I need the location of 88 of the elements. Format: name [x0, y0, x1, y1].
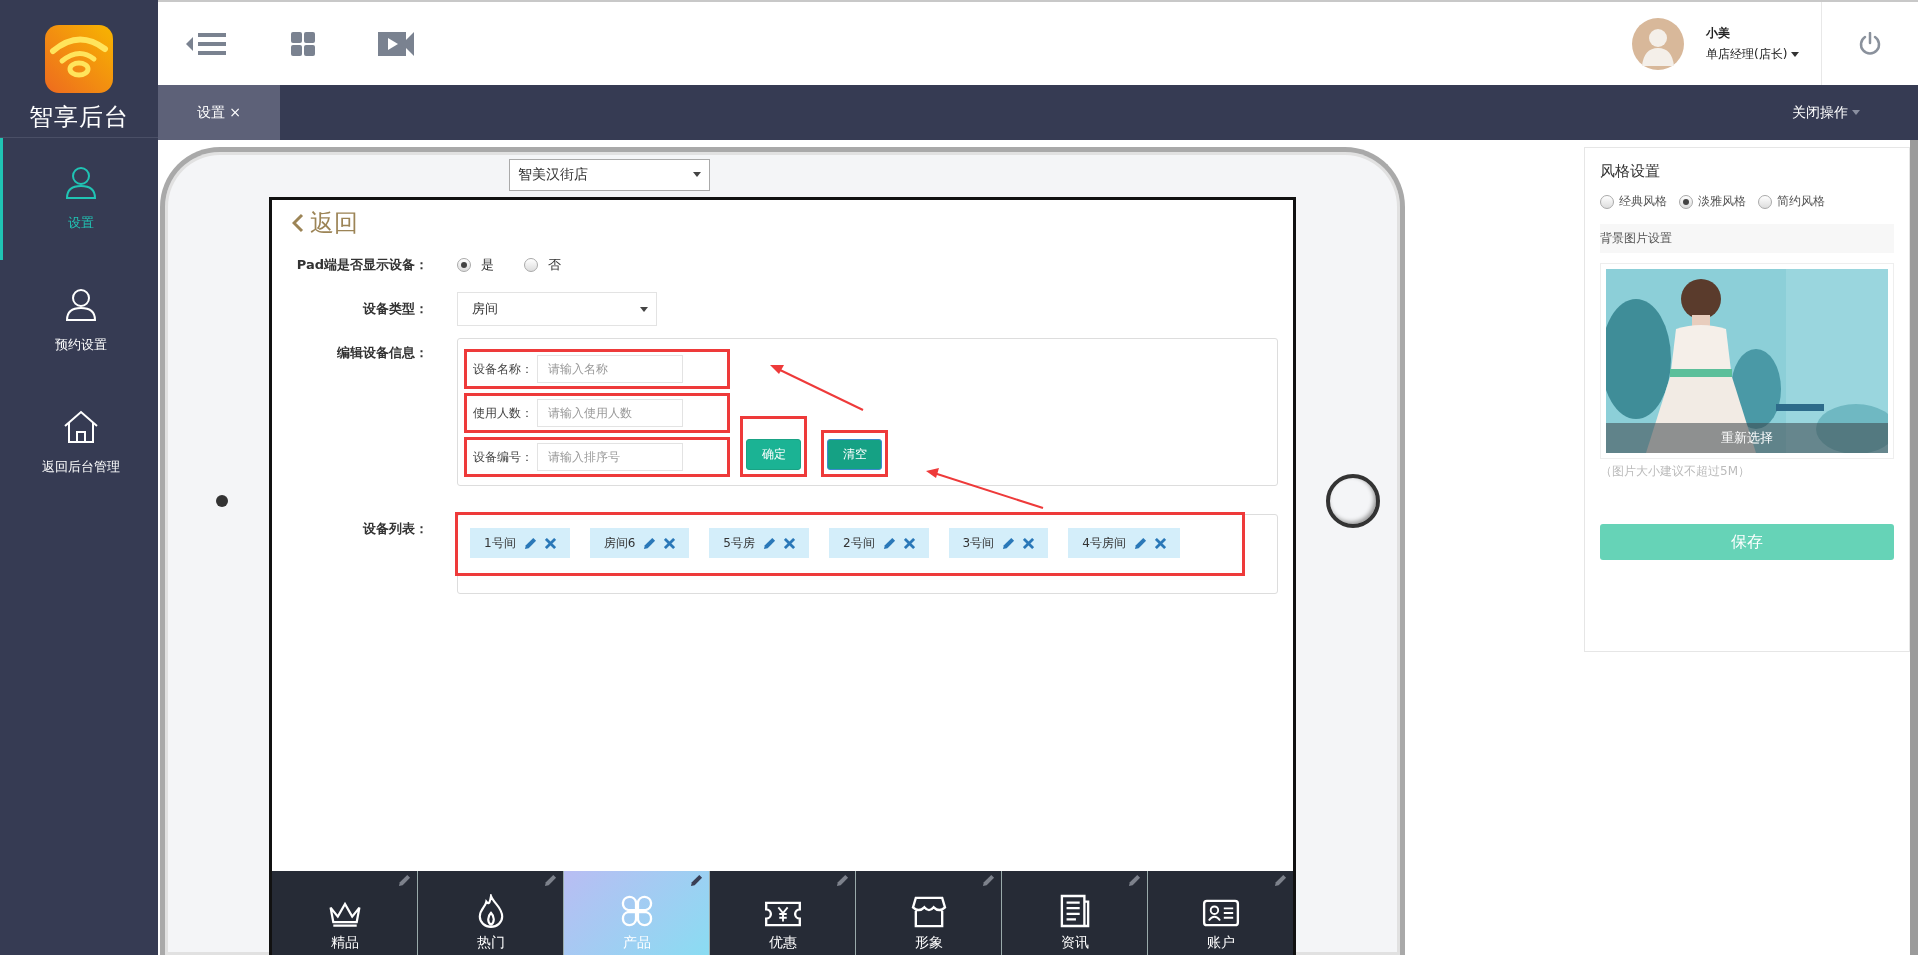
pencil-icon[interactable] [762, 536, 776, 550]
field-label: Pad端是否显示设备： [295, 256, 429, 274]
pencil-icon[interactable] [882, 536, 896, 550]
device-name: 3号间 [962, 534, 995, 552]
device-name: 1号间 [484, 534, 516, 552]
device-name: 4号房间 [1082, 534, 1126, 552]
radio-label: 否 [548, 256, 561, 274]
radio-button[interactable] [1679, 194, 1693, 209]
ticket-icon [763, 900, 802, 929]
pencil-icon[interactable] [643, 536, 657, 550]
field-label: 使用人数： [473, 404, 534, 422]
flame-icon [476, 894, 505, 929]
radio-button[interactable] [457, 258, 471, 272]
pencil-icon[interactable] [1002, 536, 1016, 550]
user-name: 小美 [1706, 24, 1731, 42]
device-tag[interactable]: 1号间 [470, 528, 570, 558]
radio-label: 是 [481, 256, 494, 274]
home-button[interactable] [1326, 474, 1380, 528]
device-name: 2号间 [842, 534, 875, 552]
close-icon[interactable] [783, 537, 795, 549]
device-name: 5号房 [723, 534, 755, 552]
power-icon[interactable] [1858, 31, 1882, 56]
grid-icon[interactable] [291, 31, 315, 56]
radio-button[interactable] [1600, 194, 1614, 209]
radio-label: 经典风格 [1619, 193, 1667, 210]
camera-dot [216, 495, 228, 507]
id-card-icon [1201, 898, 1240, 929]
shop-icon [910, 896, 947, 929]
device-tag[interactable]: 4号房间 [1068, 528, 1180, 558]
device-tag[interactable]: 房间6 [589, 528, 690, 558]
hint-text: （图片大小建议不超过5M） [1600, 463, 1751, 480]
field-label: 设备列表： [362, 520, 429, 538]
chevron-left-icon [292, 213, 304, 233]
pencil-icon[interactable] [1274, 874, 1287, 887]
user-role-dropdown[interactable]: 单店经理(店长) [1706, 45, 1821, 63]
user-icon [64, 166, 97, 200]
close-icon[interactable] [1154, 537, 1166, 549]
device-tag[interactable]: 5号房 [709, 528, 809, 558]
logo-text: 智享后台 [29, 102, 129, 133]
section-label: 背景图片设置 [1600, 224, 1894, 253]
input-field[interactable]: 请输入名称 [537, 355, 683, 383]
user-icon [64, 288, 97, 322]
sidebar-item[interactable]: 预约设置 [0, 260, 158, 382]
clover-icon [619, 894, 654, 929]
panel-title: 风格设置 [1600, 162, 1661, 181]
store-select[interactable]: 智美汉街店 [509, 158, 710, 191]
reselect-button[interactable]: 重新选择 [1606, 423, 1888, 453]
field-label: 编辑设备信息： [336, 344, 429, 362]
pencil-icon[interactable] [982, 874, 995, 887]
bottom-nav-tab[interactable]: 精品 [272, 871, 418, 955]
input-field[interactable]: 请输入使用人数 [537, 399, 683, 427]
pencil-icon[interactable] [690, 874, 703, 887]
close-operations-menu[interactable]: 关闭操作 [1791, 103, 1860, 122]
input-field[interactable]: 请输入排序号 [537, 443, 683, 471]
radio-button[interactable] [1758, 194, 1772, 209]
device-tag[interactable]: 2号间 [828, 528, 929, 558]
device-tag[interactable]: 3号间 [948, 528, 1049, 558]
back-link[interactable]: 返回 [292, 208, 1293, 238]
radio-label: 简约风格 [1777, 193, 1825, 210]
pencil-icon[interactable] [836, 874, 849, 887]
bottom-nav-tab[interactable]: 账户 [1148, 871, 1293, 955]
pencil-icon[interactable] [1128, 874, 1141, 887]
bottom-nav-tab[interactable]: 形象 [856, 871, 1002, 955]
radio-button[interactable] [524, 258, 538, 272]
pencil-icon[interactable] [1133, 536, 1147, 550]
logo-icon [45, 25, 113, 93]
radio-label: 淡雅风格 [1698, 193, 1746, 210]
field-label: 设备类型： [362, 300, 429, 318]
bottom-nav-tab[interactable]: 优惠 [710, 871, 856, 955]
close-icon[interactable] [1023, 537, 1035, 549]
home-icon [62, 410, 99, 444]
close-icon[interactable] [903, 537, 915, 549]
collapse-menu-icon[interactable] [186, 31, 228, 56]
scrollbar[interactable] [1910, 140, 1918, 955]
newspaper-icon [1059, 894, 1090, 929]
pencil-icon[interactable] [523, 536, 537, 550]
field-label: 设备编号： [473, 448, 534, 466]
bottom-nav-tab[interactable]: 资讯 [1002, 871, 1148, 955]
pencil-icon[interactable] [544, 874, 557, 887]
pencil-icon[interactable] [398, 874, 411, 887]
close-icon[interactable] [544, 537, 556, 549]
sidebar-item[interactable]: 返回后台管理 [0, 382, 158, 504]
device-name: 房间6 [603, 534, 636, 552]
field-label: 设备名称： [473, 360, 534, 378]
tab[interactable]: 设置 × [158, 85, 280, 140]
device-type-select[interactable]: 房间 [457, 292, 657, 326]
close-icon[interactable] [664, 537, 676, 549]
video-camera-icon[interactable] [378, 31, 414, 56]
